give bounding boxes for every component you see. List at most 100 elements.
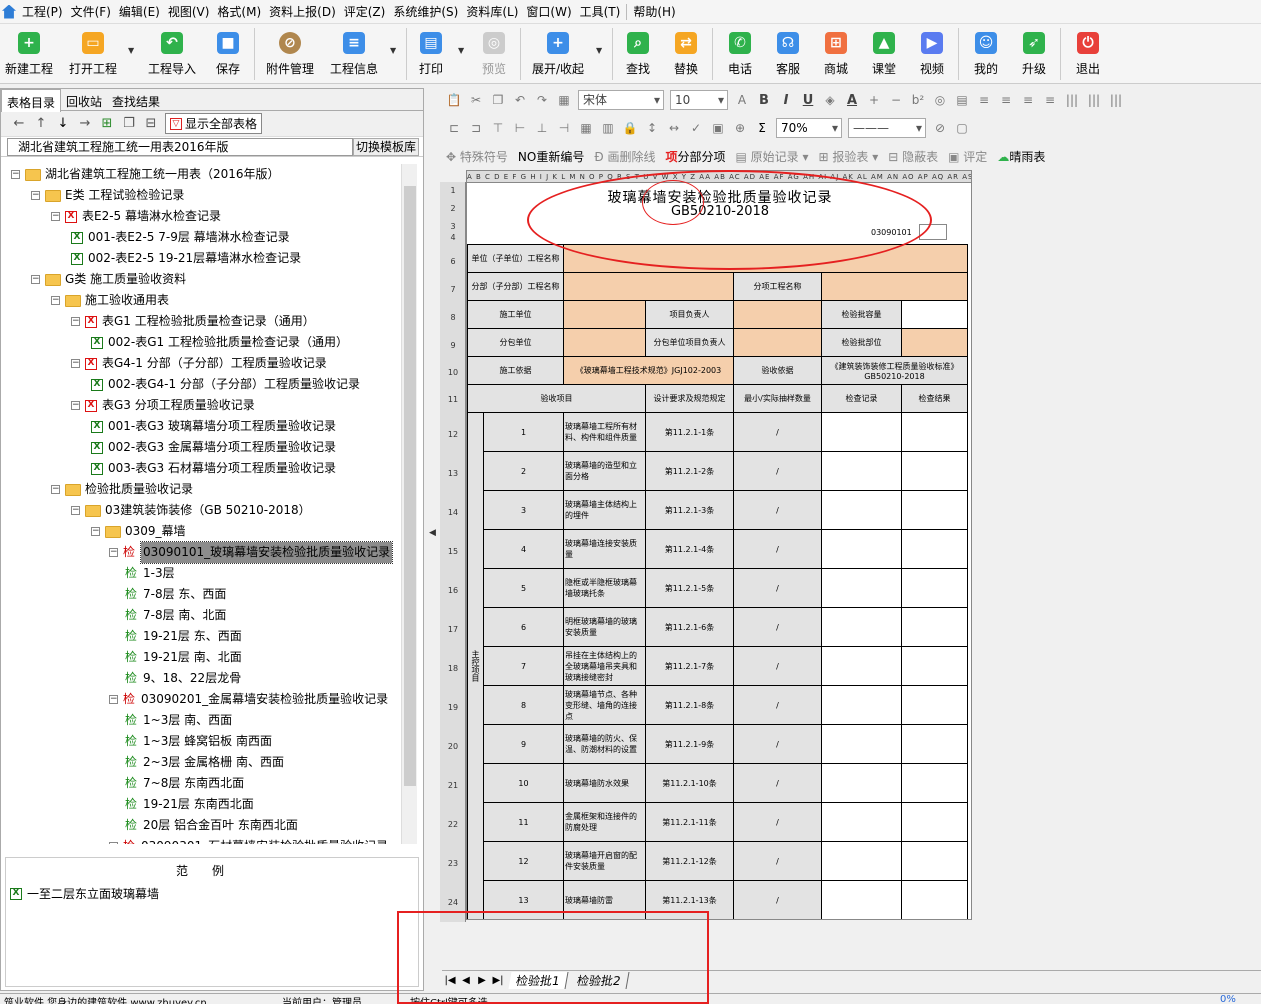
- item-record[interactable]: [821, 880, 902, 919]
- font-select[interactable]: 宋体: [578, 90, 664, 110]
- strikethrough-button[interactable]: Ð 画删除线: [594, 148, 655, 165]
- col-width-icon[interactable]: ↔: [666, 120, 682, 136]
- arrow-down-icon[interactable]: ↓: [55, 116, 71, 132]
- item-sample[interactable]: /: [733, 685, 822, 725]
- item-sample[interactable]: /: [733, 802, 822, 842]
- row-number[interactable]: 9: [440, 341, 466, 350]
- item-sample[interactable]: /: [733, 451, 822, 491]
- redo-icon[interactable]: ↷: [534, 92, 550, 108]
- collapse-toggle-icon[interactable]: −: [71, 359, 80, 368]
- replace-button[interactable]: ⇄ 替换: [668, 30, 704, 80]
- item-result[interactable]: [901, 568, 968, 608]
- grid-icon[interactable]: ▦: [578, 120, 594, 136]
- tab-catalog[interactable]: 表格目录: [1, 89, 62, 112]
- row-number[interactable]: 24: [440, 898, 466, 907]
- row-number[interactable]: 8: [440, 313, 466, 322]
- line-style-select[interactable]: ———: [848, 118, 926, 138]
- subdiv-input[interactable]: [563, 272, 734, 301]
- align-center-icon[interactable]: ≡: [998, 92, 1014, 108]
- show-all-tables-button[interactable]: ▽ 显示全部表格: [165, 113, 263, 134]
- collapse-toggle-icon[interactable]: −: [109, 548, 118, 557]
- tree-table-g3[interactable]: − X 表G3 分项工程质量验收记录: [71, 395, 255, 416]
- collapse-toggle-icon[interactable]: −: [109, 842, 118, 844]
- item-result[interactable]: [901, 412, 968, 452]
- item-result[interactable]: [901, 841, 968, 881]
- item-result[interactable]: [901, 451, 968, 491]
- phone-button[interactable]: ✆ 电话: [722, 30, 758, 80]
- row-number[interactable]: 3: [440, 222, 466, 231]
- save-button[interactable]: ■ 保存: [210, 30, 246, 80]
- menu-help[interactable]: 帮助(H): [629, 3, 679, 20]
- item-record[interactable]: [821, 646, 902, 686]
- evaluate-button[interactable]: ▣ 评定: [948, 148, 987, 165]
- calc-icon[interactable]: ⊕: [732, 120, 748, 136]
- row-number[interactable]: 15: [440, 547, 466, 556]
- check-icon[interactable]: ✓: [688, 120, 704, 136]
- info-dropdown-arrow[interactable]: ▼: [390, 46, 396, 55]
- tree-batch-selected[interactable]: − 检 03090101_玻璃幕墙安装检验批质量验收记录: [109, 541, 394, 564]
- copy-icon[interactable]: ❐: [121, 116, 137, 132]
- tree-batch-item[interactable]: 检 7~8层 东南西北面: [125, 773, 244, 794]
- merge-icon[interactable]: ⊏: [446, 120, 462, 136]
- special-symbol-button[interactable]: ✥ 特殊符号: [446, 148, 508, 165]
- collapse-toggle-icon[interactable]: −: [31, 191, 40, 200]
- row-number[interactable]: 2: [440, 204, 466, 213]
- inspection-report-button[interactable]: ⊞ 报验表 ▾: [819, 148, 879, 165]
- menu-tools[interactable]: 工具(T): [576, 3, 625, 20]
- justify-icon[interactable]: ≡: [1042, 92, 1058, 108]
- menu-evaluate[interactable]: 评定(Z): [340, 3, 390, 20]
- tree-batch-item[interactable]: 检 7-8层 南、北面: [125, 605, 226, 626]
- minus-icon[interactable]: −: [888, 92, 904, 108]
- menu-report[interactable]: 资料上报(D): [265, 3, 340, 20]
- item-sample[interactable]: /: [733, 763, 822, 803]
- tree-item[interactable]: X 001-表E2-5 7-9层 幕墙淋水检查记录: [71, 227, 290, 248]
- item-sample[interactable]: /: [733, 568, 822, 608]
- image-icon[interactable]: ▣: [710, 120, 726, 136]
- tree-folder-batch[interactable]: − 检验批质量验收记录: [51, 479, 193, 500]
- arrow-left-icon[interactable]: ←: [11, 116, 27, 132]
- basis-value[interactable]: 《玻璃幕墙工程技术规范》JGJ102-2003: [563, 356, 734, 385]
- wrap-icon[interactable]: ▤: [954, 92, 970, 108]
- subitem-button[interactable]: 项分部分项: [665, 148, 725, 165]
- item-record[interactable]: [821, 724, 902, 764]
- add-icon[interactable]: +: [866, 92, 882, 108]
- row-number[interactable]: 11: [440, 395, 466, 404]
- contractor-input[interactable]: [563, 300, 646, 329]
- collapse-toggle-icon[interactable]: −: [71, 317, 80, 326]
- menu-library[interactable]: 资料库(L): [462, 3, 522, 20]
- paste-icon[interactable]: 📋: [446, 92, 462, 108]
- menu-view[interactable]: 视图(V): [164, 3, 214, 20]
- item-result[interactable]: [901, 529, 968, 569]
- tree-item[interactable]: X 003-表G3 石材幕墙分项工程质量验收记录: [91, 458, 336, 479]
- item-result[interactable]: [901, 724, 968, 764]
- tree-batch-metal[interactable]: − 检 03090201_金属幕墙安装检验批质量验收记录: [109, 689, 388, 710]
- tree-scrollbar[interactable]: [401, 164, 417, 844]
- collapse-toggle-icon[interactable]: −: [31, 275, 40, 284]
- align-left-icon[interactable]: ≡: [976, 92, 992, 108]
- tree-batch-item[interactable]: 检 1~3层 南、西面: [125, 710, 232, 731]
- item-result[interactable]: [901, 685, 968, 725]
- cut-icon[interactable]: ✂: [468, 92, 484, 108]
- open-dropdown-arrow[interactable]: ▼: [128, 46, 134, 55]
- subitem-input[interactable]: [821, 272, 968, 301]
- support-button[interactable]: ☊ 客服: [770, 30, 806, 80]
- tree-batch-item[interactable]: 检 1~3层 蜂窝铝板 南西面: [125, 731, 272, 752]
- collapse-toggle-icon[interactable]: −: [91, 527, 100, 536]
- tree-batch-item[interactable]: 检 2~3层 金属格栅 南、西面: [125, 752, 284, 773]
- legend-item[interactable]: X 一至二层东立面玻璃幕墙: [6, 879, 418, 908]
- menu-system[interactable]: 系统维护(S): [389, 3, 462, 20]
- menu-window[interactable]: 窗口(W): [522, 3, 575, 20]
- scrollbar-thumb[interactable]: [404, 186, 416, 786]
- item-sample[interactable]: /: [733, 490, 822, 530]
- tree-batch-item[interactable]: 检 19-21层 东、西面: [125, 626, 242, 647]
- original-record-button[interactable]: ▤ 原始记录 ▾: [736, 148, 809, 165]
- delete-col-icon[interactable]: ⊣: [556, 120, 572, 136]
- item-result[interactable]: [901, 490, 968, 530]
- exit-button[interactable]: ⏻ 退出: [1070, 30, 1106, 80]
- tree-folder-g[interactable]: − G类 施工质量验收资料: [31, 269, 186, 290]
- row-number[interactable]: 18: [440, 664, 466, 673]
- tree-batch-item[interactable]: 检 20层 铝合金百叶 东南西北面: [125, 815, 298, 836]
- menu-format[interactable]: 格式(M): [213, 3, 265, 20]
- item-sample[interactable]: /: [733, 646, 822, 686]
- new-project-button[interactable]: + 新建工程: [4, 30, 54, 80]
